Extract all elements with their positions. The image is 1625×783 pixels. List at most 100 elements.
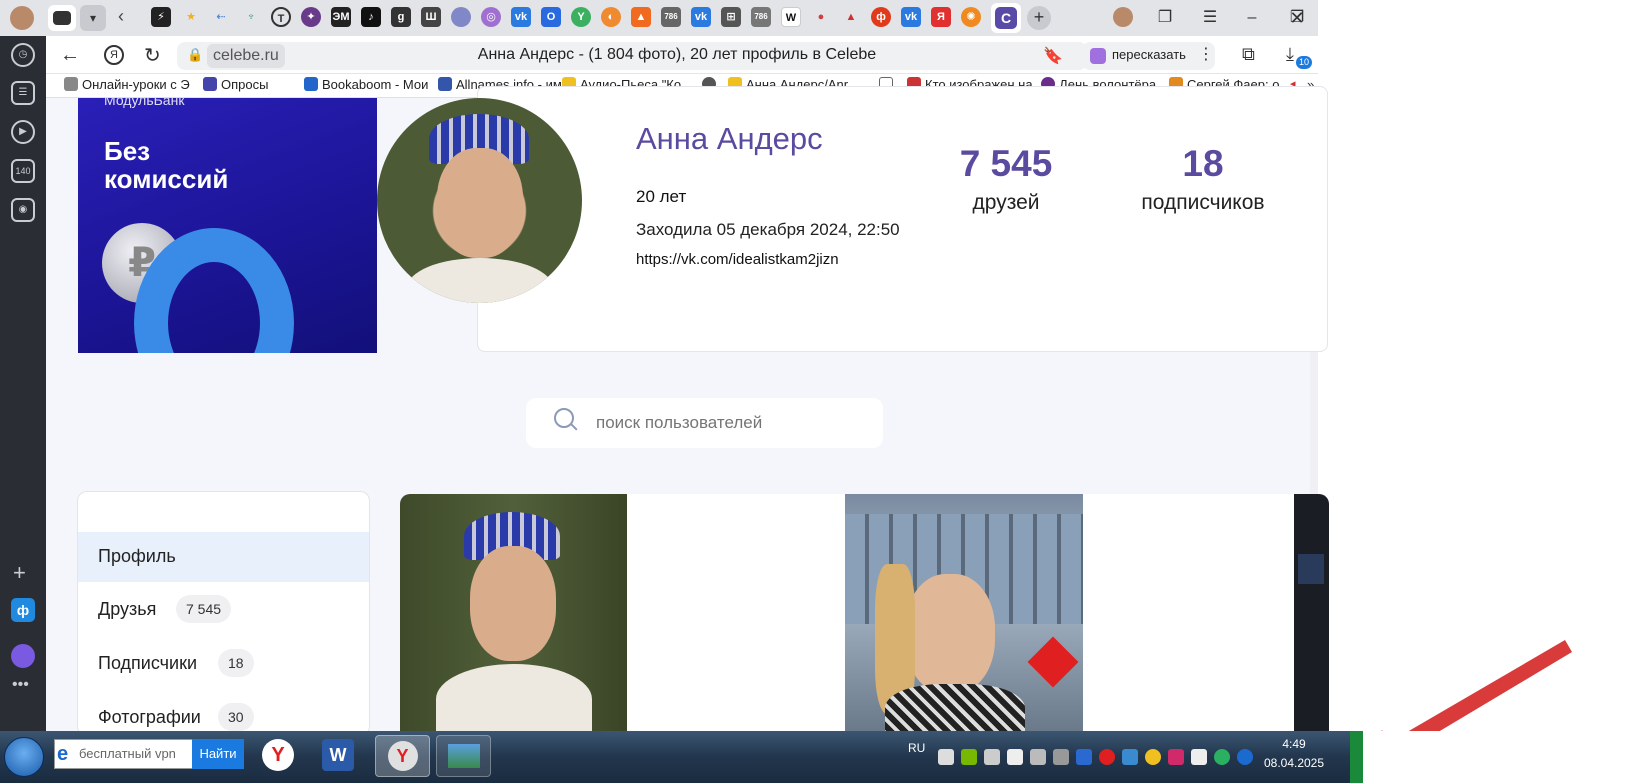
yandex-tab-icon[interactable]: Я bbox=[931, 7, 951, 27]
em-tab-icon[interactable]: ЭМ bbox=[331, 7, 351, 27]
bookmark-icon[interactable]: 🔖 bbox=[1043, 46, 1063, 66]
vk-tab-icon[interactable]: vk bbox=[511, 7, 531, 27]
vk2-tab-icon[interactable]: vk bbox=[691, 7, 711, 27]
orange-tab-icon[interactable]: ◐ bbox=[601, 7, 621, 27]
lightning-tab-icon[interactable]: ⚡ bbox=[151, 7, 171, 27]
active-tab-celebe[interactable]: C bbox=[991, 3, 1021, 33]
grid-tab-icon[interactable]: ⊞ bbox=[721, 7, 741, 27]
profile-avatar-icon[interactable] bbox=[10, 6, 34, 30]
tray-volume-icon[interactable] bbox=[984, 749, 1000, 765]
786b-tab-icon[interactable]: 786 bbox=[751, 7, 771, 27]
more-icon[interactable]: ••• bbox=[12, 676, 29, 694]
purple-tab-icon[interactable]: ✦ bbox=[301, 7, 321, 27]
chevron-left-icon[interactable]: ‹ bbox=[118, 6, 124, 27]
menu-icon[interactable]: ☰ bbox=[1198, 6, 1222, 30]
chevron-down-icon[interactable]: ▾ bbox=[80, 5, 106, 31]
star-tab-icon[interactable]: ★ bbox=[181, 7, 201, 27]
tray-k-icon[interactable] bbox=[1214, 749, 1230, 765]
tray-zm-icon[interactable] bbox=[1237, 749, 1253, 765]
purple-circle-tab-icon[interactable]: ◎ bbox=[481, 7, 501, 27]
friends-count[interactable]: 7 545 bbox=[936, 143, 1076, 185]
mic-tab-icon[interactable]: ♆ bbox=[241, 7, 261, 27]
yandex-browser-taskbar-button[interactable]: Y bbox=[375, 735, 430, 777]
y-tab-icon[interactable]: Y bbox=[571, 7, 591, 27]
word-taskbar-icon[interactable]: W bbox=[322, 739, 354, 771]
taskbar-search-button[interactable]: Найти bbox=[192, 739, 244, 769]
triangle-tab-icon[interactable]: ▲ bbox=[841, 7, 861, 27]
o-tab-icon[interactable]: O bbox=[541, 7, 561, 27]
tray-network-icon[interactable] bbox=[1053, 749, 1069, 765]
tray-clipboard-icon[interactable] bbox=[938, 749, 954, 765]
profile-avatar[interactable] bbox=[377, 98, 582, 303]
play-icon[interactable]: ▶ bbox=[11, 120, 35, 144]
photo-thumbnail[interactable] bbox=[845, 494, 1083, 731]
counter-icon[interactable]: 140 bbox=[11, 159, 35, 183]
menu-item-photos[interactable]: Фотографии 30 bbox=[78, 693, 369, 735]
collections-icon[interactable]: ❐ bbox=[1153, 6, 1177, 30]
menu-item-profile[interactable]: Профиль bbox=[78, 532, 369, 582]
pin-tab-icon[interactable]: ● bbox=[811, 7, 831, 27]
add-panel-icon[interactable]: + bbox=[13, 560, 26, 586]
url-field[interactable]: 🔒 celebe.ru Анна Андерс - (1 804 фото), … bbox=[177, 42, 1087, 70]
sun-tab-icon[interactable]: ✺ bbox=[961, 7, 981, 27]
account-icon[interactable] bbox=[1113, 7, 1133, 27]
bookmark-item[interactable]: Онлайн-уроки с Э bbox=[64, 77, 192, 92]
minimize-button[interactable]: – bbox=[1240, 6, 1264, 30]
t-tab-icon[interactable]: T bbox=[271, 7, 291, 27]
photos-taskbar-button[interactable] bbox=[436, 735, 491, 777]
tray-app2-icon[interactable] bbox=[1168, 749, 1184, 765]
download-icon[interactable]: ⤓ bbox=[1286, 44, 1294, 65]
tiktok-tab-icon[interactable]: ♪ bbox=[361, 7, 381, 27]
screenshot-icon[interactable]: ◉ bbox=[11, 198, 35, 222]
followers-count[interactable]: 18 bbox=[1118, 143, 1288, 185]
more-vertical-icon[interactable]: ⋮ bbox=[1198, 44, 1214, 64]
tray-nvidia-icon[interactable] bbox=[961, 749, 977, 765]
photo-thumbnail[interactable] bbox=[400, 494, 627, 731]
taskbar-search[interactable]: e бесплатный vpn bbox=[54, 739, 194, 769]
start-button[interactable] bbox=[4, 737, 44, 777]
786-tab-icon[interactable]: 786 bbox=[661, 7, 681, 27]
language-indicator[interactable]: RU bbox=[908, 741, 925, 755]
user-search-box[interactable] bbox=[526, 398, 883, 448]
history-icon[interactable]: ◷ bbox=[11, 43, 35, 67]
dark-tab-icon[interactable]: Ш bbox=[421, 7, 441, 27]
fox-tab-icon[interactable]: ▲ bbox=[631, 7, 651, 27]
tray-bluetooth-icon[interactable] bbox=[1076, 749, 1092, 765]
tray-plus-icon[interactable] bbox=[1145, 749, 1161, 765]
bookmark-item[interactable]: Опросы bbox=[203, 77, 303, 92]
close-window-button[interactable]: ✕ bbox=[1283, 6, 1311, 30]
yandex-taskbar-icon[interactable]: Y bbox=[262, 739, 294, 771]
photo-thumbnail[interactable] bbox=[1294, 494, 1329, 731]
search-input[interactable] bbox=[596, 410, 866, 436]
f-tab-icon[interactable]: ф bbox=[871, 7, 891, 27]
tray-display-icon[interactable] bbox=[1030, 749, 1046, 765]
clock-date[interactable]: 08.04.2025 bbox=[1262, 756, 1326, 770]
profile-link[interactable]: https://vk.com/idealistkam2jizn bbox=[636, 251, 839, 268]
circle-tab-icon[interactable] bbox=[451, 7, 471, 27]
menu-item-followers[interactable]: Подписчики 18 bbox=[78, 639, 369, 689]
arrow-tab-icon[interactable]: ⇠ bbox=[211, 7, 231, 27]
reload-button[interactable]: ↻ bbox=[144, 43, 161, 68]
tray-app-icon[interactable] bbox=[1122, 749, 1138, 765]
retell-button[interactable]: пересказать bbox=[1082, 42, 1215, 70]
yandex-icon[interactable]: Я bbox=[104, 45, 124, 65]
alice-icon[interactable] bbox=[11, 644, 35, 668]
g-tab-icon[interactable]: g bbox=[391, 7, 411, 27]
extensions-icon[interactable]: ⧉ bbox=[1242, 44, 1255, 65]
show-desktop-button[interactable] bbox=[1350, 731, 1363, 783]
tray-opera-icon[interactable] bbox=[1099, 749, 1115, 765]
taskbar-search-input[interactable]: бесплатный vpn bbox=[79, 746, 176, 761]
tabs-group-icon[interactable] bbox=[48, 5, 76, 31]
vk3-tab-icon[interactable]: vk bbox=[901, 7, 921, 27]
new-tab-button[interactable]: + bbox=[1027, 6, 1051, 30]
wikipedia-tab-icon[interactable]: W bbox=[781, 7, 801, 27]
f-app-icon[interactable]: ф bbox=[11, 598, 35, 622]
notes-icon[interactable]: ☰ bbox=[11, 81, 35, 105]
bookmark-item[interactable]: Bookaboom - Мои bbox=[304, 77, 430, 92]
tray-flag-icon[interactable] bbox=[1007, 749, 1023, 765]
back-button[interactable]: ← bbox=[60, 44, 80, 67]
menu-item-friends[interactable]: Друзья 7 545 bbox=[78, 585, 369, 635]
clock-time[interactable]: 4:49 bbox=[1262, 737, 1326, 751]
tray-lock-icon[interactable] bbox=[1191, 749, 1207, 765]
ad-banner[interactable]: МодульБанк Без комиссий ₽ bbox=[78, 98, 377, 353]
